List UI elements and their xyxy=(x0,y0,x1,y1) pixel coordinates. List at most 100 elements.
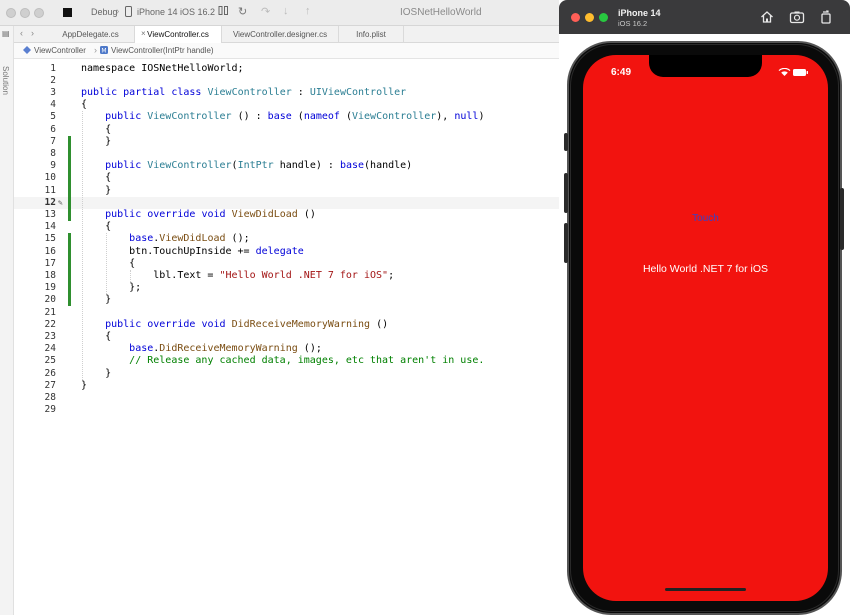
code-text: { xyxy=(81,331,111,343)
tab-forward-icon[interactable]: › xyxy=(31,28,34,38)
code-token: ViewController xyxy=(147,160,232,172)
tab-item[interactable]: × ViewController.cs xyxy=(135,26,222,43)
silent-switch[interactable] xyxy=(564,133,568,151)
code-text: public ViewController () : base (nameof … xyxy=(81,111,484,123)
device-screen[interactable]: 6:49 Touch Hello World .NET 7 for iOS xyxy=(583,55,828,601)
simulator-close-button[interactable] xyxy=(571,13,580,22)
code-token: ViewController xyxy=(351,111,437,123)
dynamic-notch xyxy=(649,55,762,77)
code-token: base xyxy=(129,233,154,245)
tab-label: Info.plist xyxy=(356,30,386,39)
line-number: 15 xyxy=(44,233,56,245)
code-token: ( xyxy=(291,111,304,123)
home-icon[interactable] xyxy=(759,9,775,25)
code-token: UIViewController xyxy=(309,86,407,98)
line-number: 4 xyxy=(50,99,56,111)
line-number: 16 xyxy=(44,245,56,257)
line-number: 14 xyxy=(44,221,56,233)
code-text: public partial class ViewController : UI… xyxy=(81,87,406,99)
screenshot-icon[interactable] xyxy=(789,9,805,25)
line-number: 11 xyxy=(44,184,56,196)
restart-icon[interactable]: ↻ xyxy=(238,5,247,18)
code-token: null xyxy=(454,111,479,123)
line-number: 6 xyxy=(50,123,56,135)
code-token: delegate xyxy=(255,245,304,257)
tab-item[interactable]: Info.plist xyxy=(339,26,404,43)
code-token: public xyxy=(81,86,118,98)
breadcrumb-item-method[interactable]: M ViewController(IntPtr handle) xyxy=(100,46,214,55)
line-number: 20 xyxy=(44,294,56,306)
code-token: IntPtr xyxy=(237,160,274,172)
solution-pad-strip[interactable]: ▤ Solution xyxy=(0,26,14,615)
line-number: 26 xyxy=(44,367,56,379)
code-text: } xyxy=(81,380,87,392)
rotate-icon[interactable] xyxy=(818,9,834,25)
code-text: } xyxy=(81,136,111,148)
solution-pad-label[interactable]: Solution xyxy=(1,66,10,95)
code-text: lbl.Text = "Hello World .NET 7 for iOS"; xyxy=(81,270,394,282)
configuration-selector[interactable]: Debug xyxy=(91,7,118,17)
breadcrumb-item-class[interactable]: ViewController xyxy=(23,46,86,55)
code-text: { xyxy=(81,221,111,233)
simulator-zoom-button[interactable] xyxy=(599,13,608,22)
tab-back-icon[interactable]: ‹ xyxy=(20,28,23,38)
step-over-icon[interactable]: ↷ xyxy=(261,5,270,18)
close-tab-icon[interactable]: × xyxy=(141,29,146,38)
indent-guide xyxy=(106,233,107,295)
touch-button[interactable]: Touch xyxy=(583,213,828,224)
stop-icon[interactable] xyxy=(63,8,72,17)
code-token: public xyxy=(105,111,142,123)
code-token: partial xyxy=(123,86,166,98)
line-number: 10 xyxy=(44,172,56,184)
code-token: { xyxy=(81,330,112,342)
device-selector[interactable]: iPhone 14 iOS 16.2 xyxy=(137,7,215,17)
volume-down-button[interactable] xyxy=(564,223,568,263)
close-window-button[interactable] xyxy=(6,8,16,18)
pause-icon[interactable] xyxy=(218,5,229,19)
simulator-minimize-button[interactable] xyxy=(585,13,594,22)
line-number: 19 xyxy=(44,282,56,294)
code-token: override xyxy=(147,318,196,330)
code-text: btn.TouchUpInside += delegate xyxy=(81,246,304,258)
code-text: { xyxy=(81,172,111,184)
line-number: 27 xyxy=(44,379,56,391)
code-token: handle) : xyxy=(273,160,340,172)
code-token: } xyxy=(81,294,112,306)
pad-icon[interactable]: ▤ xyxy=(2,29,10,38)
step-out-icon[interactable]: ↑ xyxy=(305,5,311,17)
method-icon: M xyxy=(100,46,108,54)
code-token: ViewController xyxy=(207,86,292,98)
change-marker xyxy=(68,233,71,307)
zoom-window-button[interactable] xyxy=(34,8,44,18)
step-into-icon[interactable]: ↓ xyxy=(283,5,289,17)
code-token: : xyxy=(291,86,310,98)
volume-up-button[interactable] xyxy=(564,173,568,213)
line-number: 13 xyxy=(44,208,56,220)
code-token: base xyxy=(339,160,365,172)
code-token: ; xyxy=(388,269,395,281)
line-number: 12 xyxy=(44,196,56,208)
code-token: } xyxy=(81,135,112,147)
hello-label: Hello World .NET 7 for iOS xyxy=(642,263,769,275)
minimize-window-button[interactable] xyxy=(20,8,30,18)
tab-item[interactable]: AppDelegate.cs xyxy=(47,26,135,43)
code-token: public xyxy=(105,160,142,172)
side-power-button[interactable] xyxy=(840,188,844,250)
code-token: override xyxy=(147,208,196,220)
home-indicator[interactable] xyxy=(665,588,746,591)
code-token: ViewDidLoad xyxy=(231,208,298,220)
iphone-device-frame: 6:49 Touch Hello World .NET 7 for iOS xyxy=(564,41,844,615)
tab-item[interactable]: ViewController.designer.cs xyxy=(222,26,339,43)
change-marker xyxy=(68,135,71,222)
battery-icon xyxy=(793,69,808,76)
line-number: 25 xyxy=(44,355,56,367)
line-number: 17 xyxy=(44,257,56,269)
code-token: DidReceiveMemoryWarning xyxy=(159,343,298,355)
code-token: (handle) xyxy=(364,160,413,172)
code-token: ViewDidLoad xyxy=(159,233,226,245)
code-token: DidReceiveMemoryWarning xyxy=(231,318,371,330)
code-token: ( xyxy=(339,111,352,123)
